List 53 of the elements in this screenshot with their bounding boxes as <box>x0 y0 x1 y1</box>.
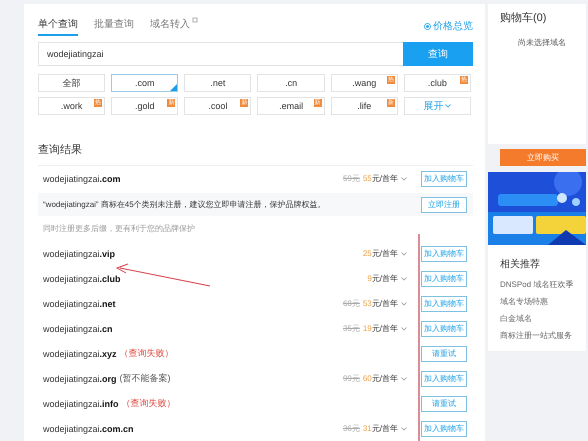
empty-message: 尚未选择域名 <box>518 37 567 48</box>
domain-name: wodejiatingzai.vip <box>43 248 116 258</box>
original-price: 59元 <box>342 173 360 184</box>
tab[interactable]: 单个查询 <box>38 16 78 36</box>
domain-name: wodejiatingzai.cn <box>43 324 113 334</box>
caret-icon[interactable] <box>401 176 407 180</box>
price: 60元/首年 <box>362 373 398 384</box>
register-button[interactable]: 立即注册 <box>421 196 467 212</box>
section-title: 查询结果 <box>38 142 473 166</box>
error-note: （查询失败） <box>120 347 174 360</box>
suffix-option[interactable]: .com <box>111 74 178 92</box>
error-note: （查询失败） <box>122 397 176 410</box>
trademark-notice: “wodejiatingzai” 商标在45个类别未注册，建议您立即申请注册，保护品牌权益。 <box>43 199 326 210</box>
caret-icon <box>445 104 452 108</box>
domain-name: wodejiatingzai.com <box>43 174 121 184</box>
domain-name: wodejiatingzai.xyz <box>43 348 117 358</box>
tab[interactable]: 域名转入 <box>150 16 198 36</box>
caret-icon[interactable] <box>401 426 407 430</box>
domain-name: wodejiatingzai.org <box>43 374 117 384</box>
caret-icon[interactable] <box>401 252 407 256</box>
price: 53元/首年 <box>362 298 398 309</box>
domain-name: wodejiatingzai.club <box>43 274 121 284</box>
circle-icon <box>424 22 431 30</box>
cart-title: 购物车(0) <box>500 11 548 25</box>
caret-icon[interactable] <box>401 376 407 380</box>
price: 55元/首年 <box>362 173 398 184</box>
caret-icon[interactable] <box>401 276 407 280</box>
price: 19元/首年 <box>362 323 398 334</box>
caret-icon[interactable] <box>401 302 407 306</box>
domain-note: (暂不能备案) <box>120 372 171 385</box>
original-price: 68元 <box>342 298 360 309</box>
search-field[interactable]: wodejiatingzai <box>38 42 403 66</box>
original-price: 99元 <box>342 373 360 384</box>
section-title: 相关推荐 <box>500 258 541 271</box>
related-link[interactable]: 白金域名 <box>500 313 586 324</box>
domain-name: wodejiatingzai.com.cn <box>43 424 134 434</box>
caret-icon[interactable] <box>401 326 407 330</box>
price: 25元/首年 <box>362 248 398 259</box>
tab[interactable]: 批量查询 <box>94 16 134 36</box>
original-price: 36元 <box>342 423 360 434</box>
suffix-option[interactable]: 全部 <box>38 74 106 92</box>
suffix-option[interactable]: .cn <box>257 74 325 92</box>
price: 9元/首年 <box>367 273 398 284</box>
related-link[interactable]: 商标注册一站式服务 <box>500 330 586 341</box>
related-link[interactable]: 域名专场特惠 <box>500 296 586 307</box>
domain-name: wodejiatingzai.info <box>43 398 119 408</box>
related-link[interactable]: DNSPod 域名狂欢季 <box>500 279 586 290</box>
hint-text: 同时注册更多后缀，更有利于您的品牌保护 <box>43 223 195 234</box>
original-price: 35元 <box>342 323 360 334</box>
suffix-option[interactable]: .net <box>184 74 252 92</box>
price: 31元/首年 <box>362 423 398 434</box>
domain-name: wodejiatingzai.net <box>43 298 116 308</box>
external-link-icon <box>192 17 198 23</box>
